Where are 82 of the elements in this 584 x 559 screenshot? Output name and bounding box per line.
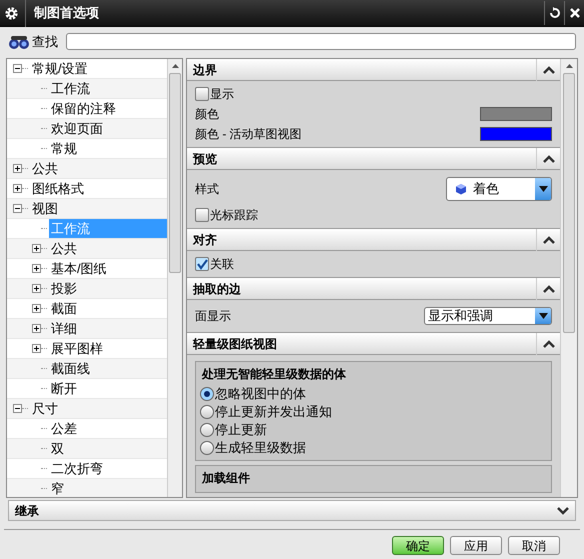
reset-icon xyxy=(548,7,560,19)
tree-item[interactable]: 详细 xyxy=(49,319,79,338)
tree-item[interactable]: 视图 xyxy=(30,199,60,218)
group-title: 加载组件 xyxy=(200,470,251,487)
radio-button[interactable] xyxy=(200,441,214,455)
expand-icon[interactable] xyxy=(32,324,41,333)
field-label: 颜色 xyxy=(195,106,220,123)
tree-item[interactable]: 尺寸 xyxy=(30,399,60,418)
radio-label: 生成轻里级数据 xyxy=(215,439,306,458)
scrollbar[interactable] xyxy=(167,59,182,497)
tree-item[interactable]: 截面 xyxy=(49,299,79,318)
search-field[interactable] xyxy=(66,33,576,50)
expand-icon[interactable] xyxy=(32,264,41,273)
tree-item[interactable]: 窄 xyxy=(49,479,66,497)
checkbox-label: 光标跟踪 xyxy=(210,207,258,224)
section-title: 边界 xyxy=(192,62,218,78)
expand-icon[interactable] xyxy=(13,184,22,193)
radio-label: 忽略视图中的体 xyxy=(215,385,306,404)
tree-item[interactable]: 常规 xyxy=(49,139,79,158)
checkbox[interactable] xyxy=(195,257,209,271)
tree-item[interactable]: 公差 xyxy=(49,419,79,438)
checkbox-label: 关联 xyxy=(210,256,234,273)
tree-item[interactable]: 公共 xyxy=(30,159,60,178)
radio-label: 停止更新 xyxy=(215,421,267,440)
tree-item[interactable]: 公共 xyxy=(49,239,79,258)
inherit-section-header[interactable]: 继承 xyxy=(8,500,576,521)
scroll-up-icon[interactable] xyxy=(566,64,572,68)
chevron-up-icon[interactable] xyxy=(542,284,554,292)
tree-item[interactable]: 双 xyxy=(49,439,66,458)
caret-icon[interactable] xyxy=(538,313,548,319)
dropdown[interactable]: 显示和强调 xyxy=(424,307,552,325)
tree-item[interactable]: 二次折弯 xyxy=(49,459,105,478)
settings-icon[interactable] xyxy=(4,6,19,20)
tree-item[interactable]: 断开 xyxy=(49,379,79,398)
section-title: 抽取的边 xyxy=(192,280,242,298)
caret-icon[interactable] xyxy=(538,186,548,192)
tree-item[interactable]: 常规/设置 xyxy=(30,59,90,78)
dialog-button[interactable]: 取消 xyxy=(508,536,560,555)
expand-icon[interactable] xyxy=(32,284,41,293)
tree-item[interactable]: 展平图样 xyxy=(49,339,105,358)
window-title: 制图首选项 xyxy=(34,4,99,22)
search-label: 查找 xyxy=(32,32,58,51)
expand-icon[interactable] xyxy=(32,244,41,253)
chevron-up-icon[interactable] xyxy=(542,66,554,74)
field-label: 面显示 xyxy=(195,308,232,325)
color-swatch[interactable] xyxy=(480,127,552,141)
close-icon xyxy=(568,7,580,19)
collapse-icon[interactable] xyxy=(13,404,22,413)
tree-item[interactable]: 投影 xyxy=(49,279,79,298)
dropdown[interactable]: 着色 xyxy=(446,177,552,201)
ok-button[interactable]: 确定 xyxy=(392,536,444,555)
expand-icon[interactable] xyxy=(32,344,41,353)
checkbox[interactable] xyxy=(195,208,209,222)
checkbox[interactable] xyxy=(195,87,209,101)
tree-item[interactable]: 基本/图纸 xyxy=(49,259,109,278)
expand-icon[interactable] xyxy=(32,304,41,313)
collapse-icon[interactable] xyxy=(13,64,22,73)
tree-item[interactable]: 保留的注释 xyxy=(49,99,118,118)
checkbox-label: 显示 xyxy=(210,86,234,103)
scrollbar[interactable] xyxy=(560,59,577,497)
radio-button[interactable] xyxy=(200,405,214,419)
field-label: 样式 xyxy=(195,181,220,198)
radio-button[interactable] xyxy=(200,423,214,437)
chevron-up-icon[interactable] xyxy=(542,236,554,244)
section-title: 对齐 xyxy=(192,232,218,248)
color-swatch[interactable] xyxy=(480,107,552,121)
chevron-up-icon[interactable] xyxy=(542,340,554,348)
section-title: 继承 xyxy=(15,502,40,520)
tree-item[interactable]: 图纸格式 xyxy=(30,179,86,198)
expand-icon[interactable] xyxy=(13,164,22,173)
section-title: 预览 xyxy=(192,150,218,168)
dialog-button[interactable]: 应用 xyxy=(450,536,502,555)
section-title: 轻量级图纸视图 xyxy=(192,336,278,352)
radio-label: 停止更新并发出通知 xyxy=(215,403,332,422)
collapse-icon[interactable] xyxy=(13,204,22,213)
scroll-up-icon[interactable] xyxy=(172,64,178,68)
chevron-up-icon[interactable] xyxy=(542,154,554,162)
group-title: 处理无智能轻里级数据的体 xyxy=(200,366,347,383)
radio-button[interactable] xyxy=(200,387,214,401)
field-label: 颜色 - 活动草图视图 xyxy=(195,126,303,143)
binoculars-icon xyxy=(8,34,30,50)
chevron-down-icon[interactable] xyxy=(557,506,569,514)
